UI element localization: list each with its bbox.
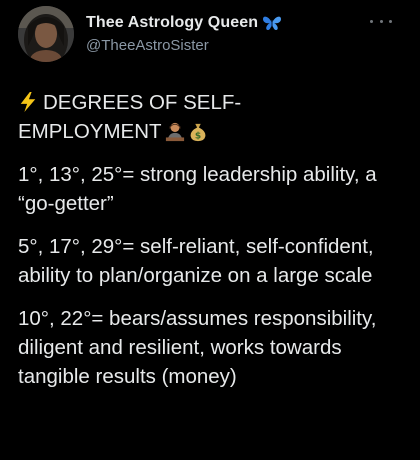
person-at-desk-icon [165, 122, 184, 142]
more-options-icon[interactable] [370, 14, 392, 28]
lightning-bolt-icon [20, 92, 36, 112]
tweet-item-1: 1°, 13°, 25°= strong leadership ability,… [18, 163, 377, 215]
svg-text:$: $ [194, 131, 200, 141]
heading-line-1: DEGREES OF SELF- [43, 91, 242, 114]
tweet-text: DEGREES OF SELF- EMPLOYMENT $ 1°, 13°, 2… [18, 88, 410, 405]
tweet-item-3: 10°, 22°= bears/assumes responsibility, … [18, 307, 377, 388]
avatar[interactable] [18, 6, 74, 62]
name-row: Thee Astrology Queen [86, 12, 282, 34]
tweet-heading: DEGREES OF SELF- EMPLOYMENT $ [18, 88, 410, 146]
author-info[interactable]: Thee Astrology Queen @TheeAstroSister [86, 12, 282, 54]
tweet-item-2: 5°, 17°, 29°= self-reliant, self-confide… [18, 235, 374, 287]
blue-butterfly-icon [262, 15, 282, 31]
heading-line-2: EMPLOYMENT [18, 120, 162, 143]
display-name[interactable]: Thee Astrology Queen [86, 14, 258, 32]
avatar-photo [18, 6, 74, 62]
tweet: Thee Astrology Queen @TheeAstroSister DE… [0, 0, 420, 460]
money-bag-icon: $ [190, 123, 205, 141]
handle[interactable]: @TheeAstroSister [86, 37, 282, 54]
